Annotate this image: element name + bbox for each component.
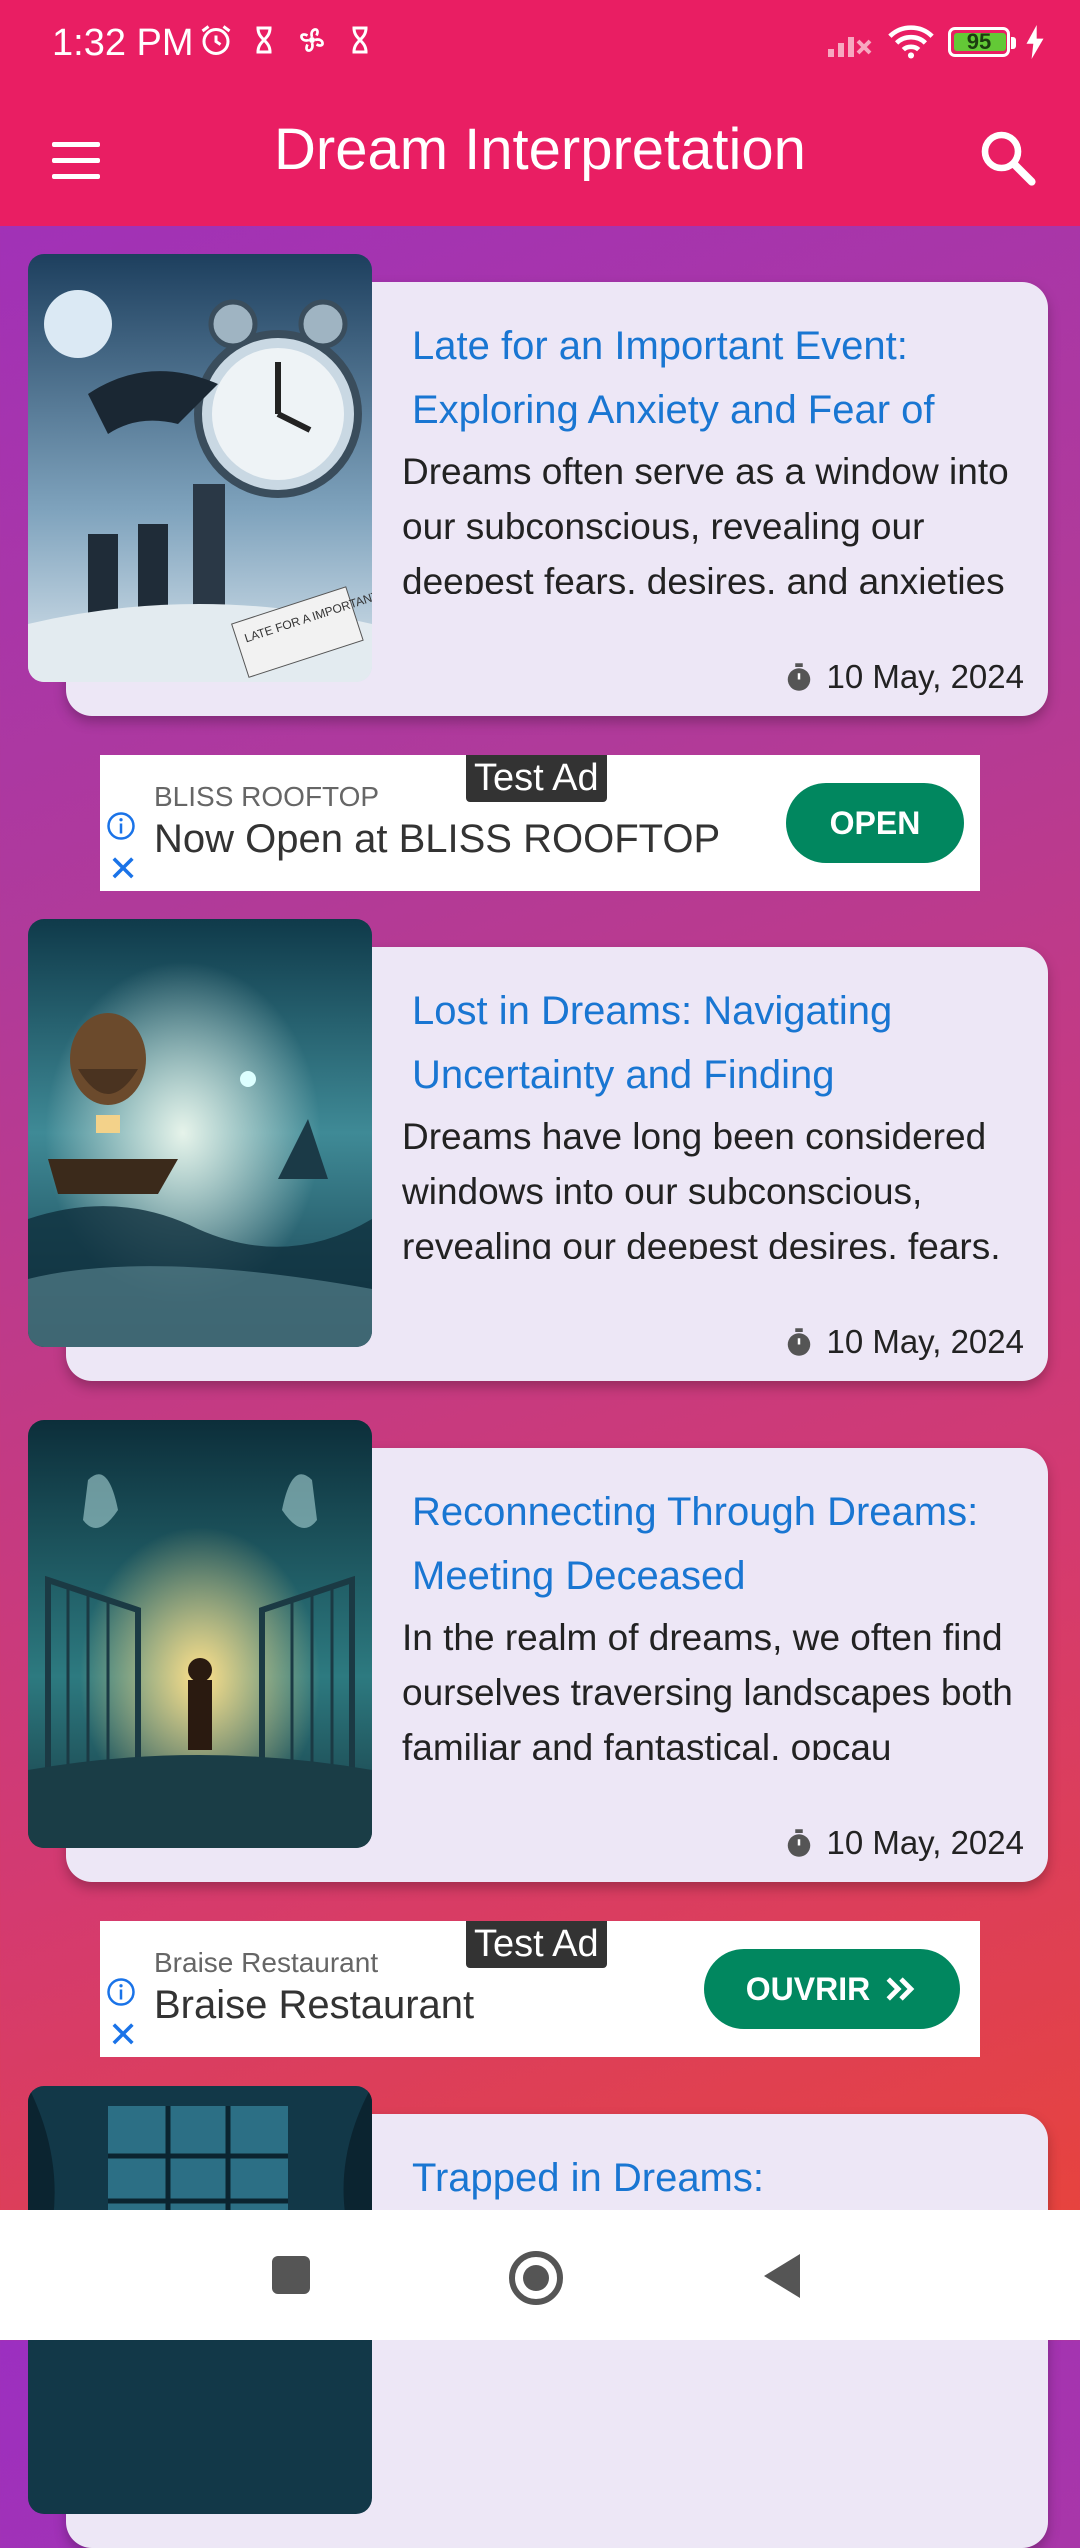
info-icon[interactable] (106, 811, 136, 841)
timer-icon (788, 1829, 811, 1857)
ad-advertiser: Braise Restaurant (154, 1947, 379, 1978)
battery-level: 95 (966, 29, 992, 54)
home-button[interactable] (508, 2250, 564, 2306)
ad-open-button[interactable]: OPEN (786, 783, 964, 863)
timer-icon (788, 1328, 811, 1356)
double-chevron-icon (886, 1977, 915, 2001)
ad-headline: Braise Restaurant (154, 1983, 475, 2027)
card-date-text: 10 May, 2024 (826, 1824, 1024, 1861)
ad-banner[interactable]: Test Ad ✕ Braise Restaurant Braise Resta… (100, 1921, 980, 2057)
card-title[interactable]: Late for an Important Event: Exploring A… (412, 314, 1022, 442)
ad-button-label: OPEN (829, 804, 921, 841)
wifi-icon (888, 25, 934, 59)
system-nav-bar (0, 2210, 1080, 2340)
ad-banner[interactable]: Test Ad ✕ BLISS ROOFTOP Now Open at BLIS… (100, 755, 980, 891)
notification-icon (256, 26, 272, 54)
test-ad-label: Test Ad (466, 755, 607, 802)
card-title[interactable]: Lost in Dreams: Navigating Uncertainty a… (412, 979, 1022, 1107)
page-title: Dream Interpretation (274, 117, 806, 182)
card-date: 10 May, 2024 (784, 1824, 1024, 1862)
close-icon[interactable]: ✕ (108, 2017, 138, 2053)
card-date-text: 10 May, 2024 (826, 658, 1024, 695)
signal-icon (828, 37, 872, 57)
article-card[interactable]: Lost in Dreams: Navigating Uncertainty a… (28, 919, 1048, 1381)
article-card[interactable]: LATE FOR A IMPORTANT EVENT Late for an I… (28, 254, 1048, 716)
ad-headline: Now Open at BLISS ROOFTOP (154, 817, 721, 861)
fan-icon (300, 28, 324, 52)
info-icon[interactable] (106, 1977, 136, 2007)
alarm-icon (201, 25, 231, 55)
recents-button[interactable] (272, 2256, 310, 2294)
ad-open-button[interactable]: OUVRIR (704, 1949, 960, 2029)
card-date: 10 May, 2024 (784, 1323, 1024, 1361)
card-date: 10 May, 2024 (784, 658, 1024, 696)
card-description: In the realm of dreams, we often find ou… (402, 1617, 1013, 1760)
battery-icon: 95 (948, 27, 1016, 57)
timer-icon (788, 663, 811, 691)
ad-advertiser: BLISS ROOFTOP (154, 781, 380, 812)
article-image (28, 1420, 372, 1848)
card-title[interactable]: Reconnecting Through Dreams: Meeting Dec… (412, 1480, 1022, 1608)
search-icon[interactable] (974, 124, 1040, 190)
card-date-text: 10 May, 2024 (826, 1323, 1024, 1360)
article-image: LATE FOR A IMPORTANT EVENT (28, 254, 372, 682)
back-button[interactable] (760, 2252, 804, 2300)
app-bar: Dream Interpretation (0, 94, 1080, 226)
ad-button-label: OUVRIR (745, 1970, 871, 2007)
article-card[interactable]: Reconnecting Through Dreams: Meeting Dec… (28, 1420, 1048, 1882)
card-description: Dreams have long been considered windows… (402, 1116, 1001, 1259)
article-image (28, 919, 372, 1347)
card-description: Dreams often serve as a window into our … (402, 451, 1009, 594)
test-ad-label: Test Ad (466, 1921, 607, 1968)
close-icon[interactable]: ✕ (108, 851, 138, 887)
notification-icon-2 (352, 26, 368, 54)
status-bar: 1:32 PM 95 (0, 0, 1080, 94)
status-time: 1:32 PM (52, 22, 194, 64)
charging-icon (1026, 25, 1044, 59)
